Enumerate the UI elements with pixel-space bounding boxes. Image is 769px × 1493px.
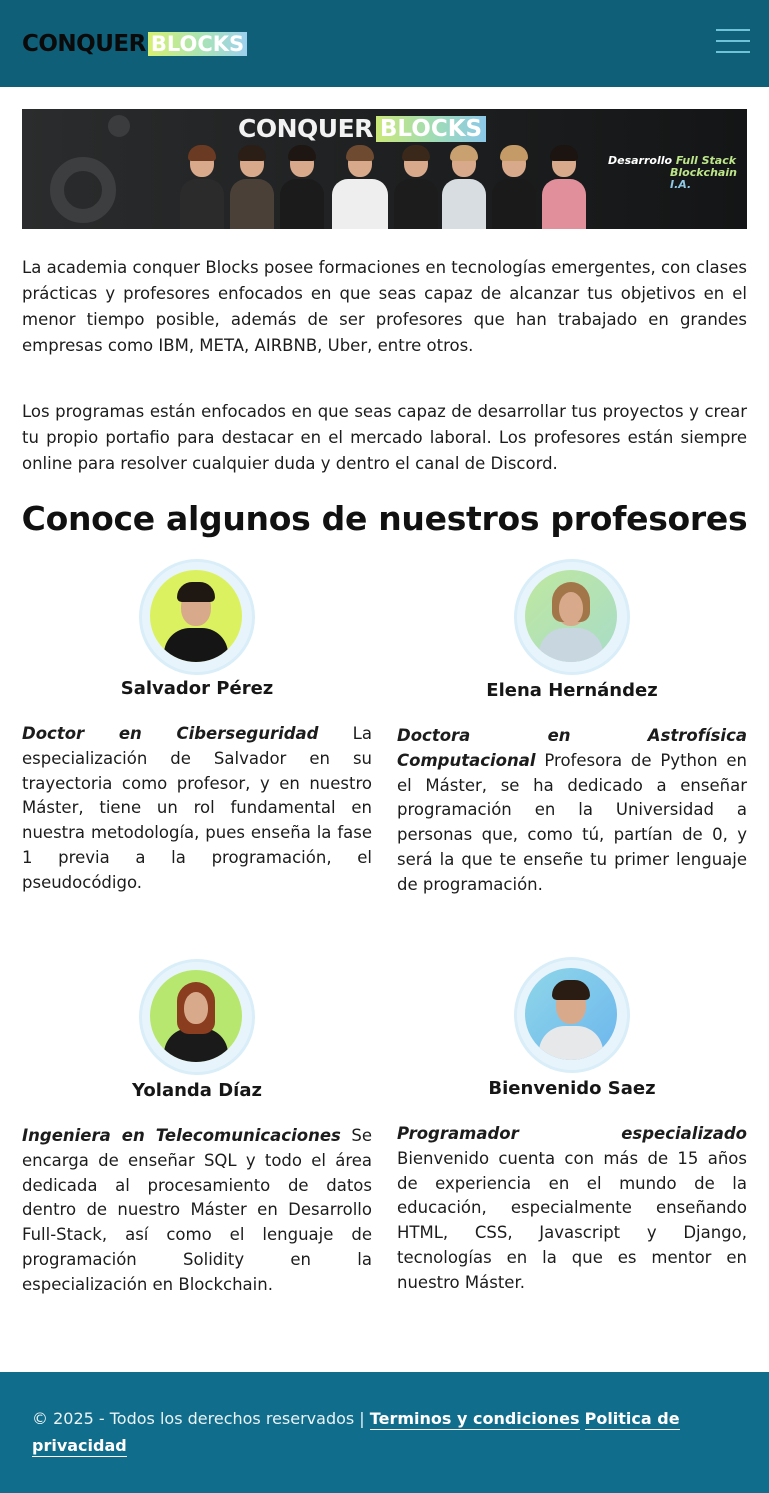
banner-tagline: Desarrollo Full Stack Blockchain I.A. [608, 155, 738, 191]
teacher-name: Yolanda Díaz [132, 1080, 262, 1101]
team-member [280, 145, 324, 229]
team-member [492, 145, 536, 229]
decorative-ring [50, 157, 116, 223]
teacher-description: Doctor en Ciberseguridad La especializac… [22, 722, 372, 896]
site-logo[interactable]: CONQUER BLOCKS [22, 31, 248, 57]
footer-text: © 2025 - Todos los derechos reservados |… [32, 1405, 732, 1459]
footer-copyright: © 2025 - Todos los derechos reservados | [32, 1409, 365, 1428]
teacher-bio: Bienvenido cuenta con más de 15 años de … [397, 1148, 747, 1292]
team-member [442, 145, 486, 229]
intro-paragraph-academy: La academia conquer Blocks posee formaci… [22, 258, 747, 355]
avatar [142, 962, 252, 1072]
tagline-prefix: Desarrollo [608, 154, 673, 167]
teacher-bio: Profesora de Python en el Máster, se ha … [397, 750, 747, 894]
teacher-photo [150, 970, 242, 1062]
teacher-role: Programador especializado [397, 1124, 747, 1143]
teacher-description: Ingeniera en Telecomunicaciones Se encar… [22, 1124, 372, 1298]
terms-link[interactable]: Terminos y condiciones [369, 1409, 580, 1430]
avatar [517, 960, 627, 1070]
team-member [180, 145, 224, 229]
tagline-line-ia: I.A. [670, 178, 692, 191]
banner-logo-blocks: BLOCKS [375, 116, 487, 142]
teacher-role: Doctor en Ciberseguridad [22, 724, 319, 743]
teacher-photo [525, 570, 617, 662]
hamburger-menu-icon[interactable] [716, 28, 750, 54]
section-title-teachers: Conoce algunos de nuestros profesores [21, 499, 748, 538]
team-member [542, 145, 586, 229]
teacher-photo [525, 968, 617, 1060]
avatar [142, 562, 252, 672]
banner-logo: CONQUER BLOCKS [238, 114, 487, 143]
banner-logo-conquer: CONQUER [238, 114, 373, 143]
teacher-role: Ingeniera en Telecomunicaciones [22, 1126, 341, 1145]
teacher-name: Elena Hernández [486, 680, 658, 701]
team-photo [172, 143, 602, 229]
intro-paragraph-programs: Los programas están enfocados en que sea… [22, 402, 747, 473]
teacher-name: Bienvenido Saez [488, 1078, 656, 1099]
teacher-description: Programador especializado Bienvenido cue… [397, 1122, 747, 1296]
logo-word-blocks: BLOCKS [147, 32, 248, 56]
team-member [394, 145, 438, 229]
site-footer: © 2025 - Todos los derechos reservados |… [0, 1372, 769, 1493]
teacher-bio: La especialización de Salvador en su tra… [22, 724, 372, 892]
site-header: CONQUER BLOCKS [0, 0, 769, 87]
teacher-photo [150, 570, 242, 662]
logo-word-conquer: CONQUER [22, 31, 146, 57]
teacher-description: Doctora en Astrofísica Computacional Pro… [397, 724, 747, 898]
avatar [517, 562, 627, 672]
teacher-name: Salvador Pérez [120, 678, 274, 699]
teacher-bio: Se encarga de enseñar SQL y todo el área… [22, 1126, 373, 1294]
hero-banner: CONQUER BLOCKS Desarrollo Full Stack Blo… [22, 109, 747, 229]
team-member [230, 145, 274, 229]
team-member [332, 145, 388, 229]
decorative-dot [108, 115, 130, 137]
